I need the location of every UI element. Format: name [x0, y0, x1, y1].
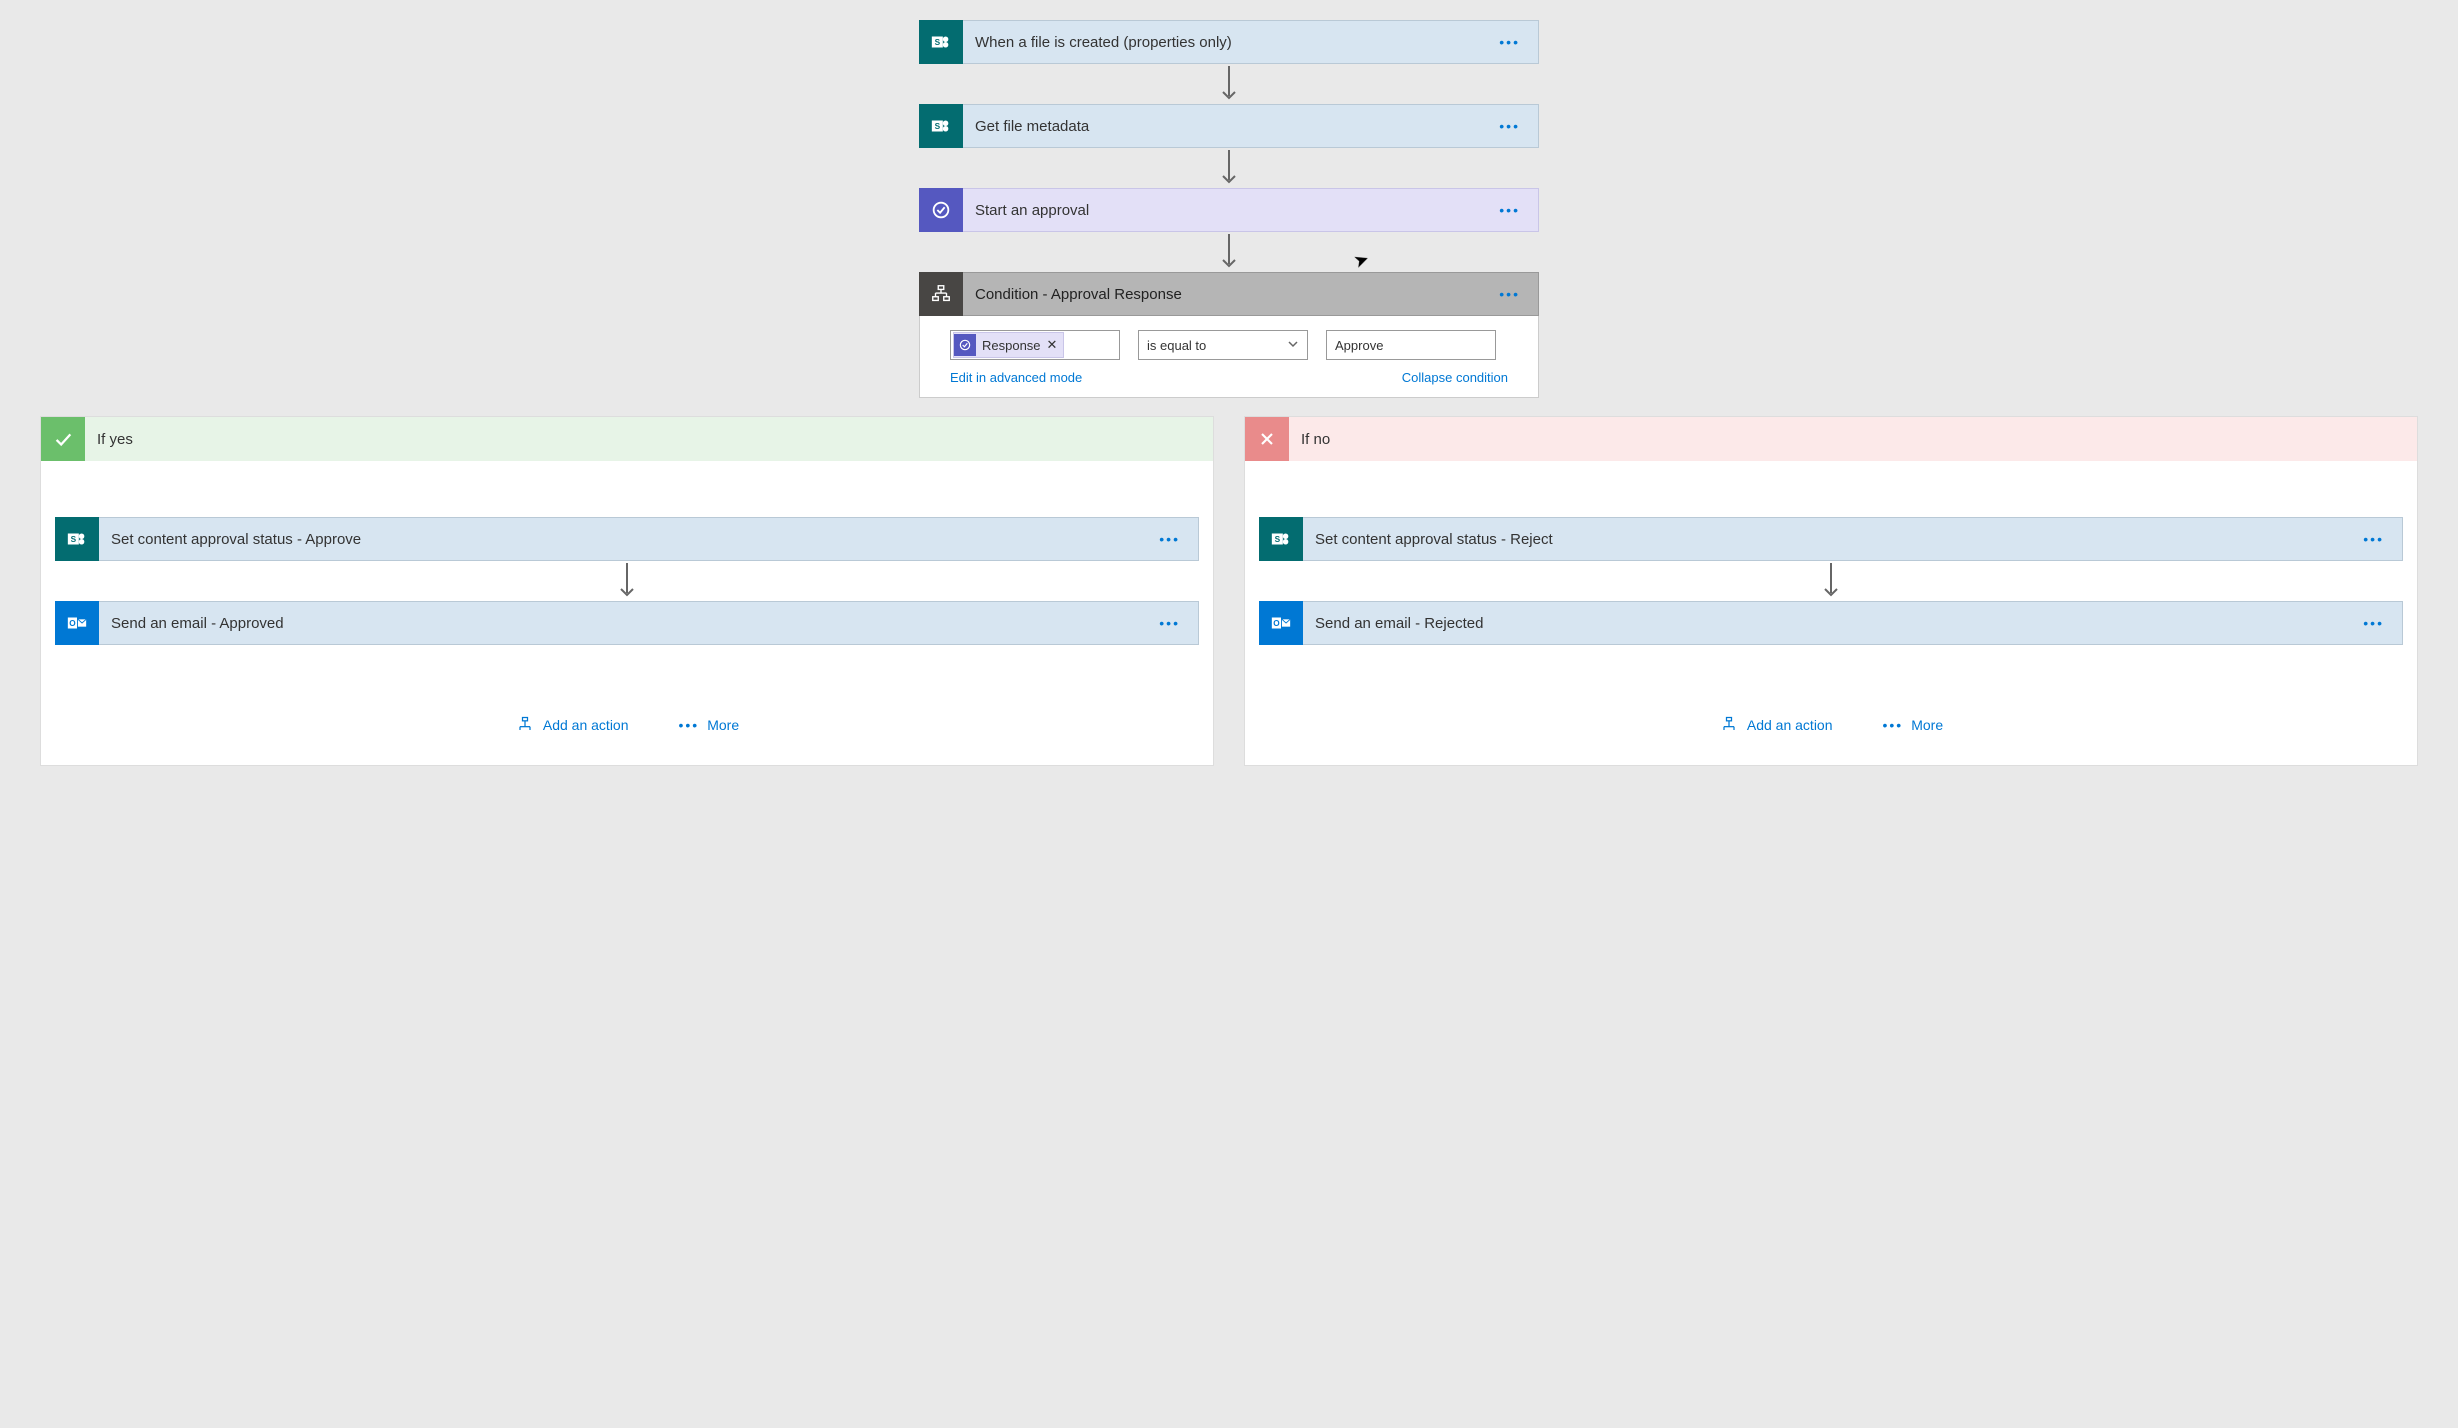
condition-operator-select[interactable]: is equal to — [1138, 330, 1308, 360]
ellipsis-icon[interactable]: ••• — [2345, 615, 2402, 631]
more-label: More — [707, 717, 739, 733]
more-label: More — [1911, 717, 1943, 733]
trigger-card[interactable]: S When a file is created (properties onl… — [919, 20, 1539, 64]
flow-arrow — [1219, 64, 1239, 104]
action-card-send-email-approved[interactable]: O Send an email - Approved ••• — [55, 601, 1199, 645]
branches: If yes S Set content approval status - A… — [40, 416, 2418, 766]
condition-icon — [919, 272, 963, 316]
more-button[interactable]: ••• More — [1883, 717, 1944, 733]
edit-advanced-link[interactable]: Edit in advanced mode — [950, 370, 1082, 385]
ellipsis-icon[interactable]: ••• — [2345, 531, 2402, 547]
outlook-icon: O — [55, 601, 99, 645]
flow-arrow — [1219, 148, 1239, 188]
action-card-get-metadata[interactable]: S Get file metadata ••• — [919, 104, 1539, 148]
sharepoint-icon: S — [919, 104, 963, 148]
card-title: Start an approval — [963, 202, 1481, 219]
branch-body: S Set content approval status - Approve … — [41, 461, 1213, 765]
condition-left-input[interactable]: Response ✕ — [950, 330, 1120, 360]
condition-card[interactable]: Condition - Approval Response ••• — [919, 272, 1539, 316]
branch-no: If no S Set content approval status - Re… — [1244, 416, 2418, 766]
ellipsis-icon[interactable]: ••• — [1141, 531, 1198, 547]
condition-value: Approve — [1335, 338, 1383, 353]
svg-text:O: O — [69, 619, 76, 628]
branch-label: If no — [1289, 431, 1330, 448]
svg-text:O: O — [1273, 619, 1280, 628]
branch-header: If no — [1245, 417, 2417, 461]
add-action-button[interactable]: Add an action — [1719, 715, 1833, 735]
flow-arrow — [1219, 232, 1239, 272]
svg-text:S: S — [935, 38, 941, 47]
card-title: Set content approval status - Reject — [1303, 531, 2345, 548]
flow-diagram: S When a file is created (properties onl… — [40, 20, 2418, 766]
condition-row: Response ✕ is equal to Approve — [950, 330, 1508, 360]
flow-arrow — [1821, 561, 1841, 601]
ellipsis-icon: ••• — [679, 717, 700, 733]
sharepoint-icon: S — [919, 20, 963, 64]
add-action-label: Add an action — [1747, 717, 1833, 733]
flow-arrow — [617, 561, 637, 601]
add-action-label: Add an action — [543, 717, 629, 733]
action-card-start-approval[interactable]: Start an approval ••• — [919, 188, 1539, 232]
svg-text:S: S — [1275, 535, 1281, 544]
close-icon — [1245, 417, 1289, 461]
condition-value-input[interactable]: Approve — [1326, 330, 1496, 360]
add-action-button[interactable]: Add an action — [515, 715, 629, 735]
action-card-set-status-reject[interactable]: S Set content approval status - Reject •… — [1259, 517, 2403, 561]
ellipsis-icon[interactable]: ••• — [1481, 202, 1538, 218]
ellipsis-icon[interactable]: ••• — [1141, 615, 1198, 631]
sharepoint-icon: S — [55, 517, 99, 561]
branch-body: S Set content approval status - Reject •… — [1245, 461, 2417, 765]
collapse-condition-link[interactable]: Collapse condition — [1402, 370, 1508, 385]
remove-token-icon[interactable]: ✕ — [1047, 337, 1058, 353]
svg-text:S: S — [71, 535, 77, 544]
branch-actions: Add an action ••• More — [1719, 715, 1943, 735]
ellipsis-icon[interactable]: ••• — [1481, 286, 1538, 302]
card-title: When a file is created (properties only) — [963, 34, 1481, 51]
ellipsis-icon[interactable]: ••• — [1481, 118, 1538, 134]
card-title: Set content approval status - Approve — [99, 531, 1141, 548]
more-button[interactable]: ••• More — [679, 717, 740, 733]
action-card-send-email-rejected[interactable]: O Send an email - Rejected ••• — [1259, 601, 2403, 645]
branch-header: If yes — [41, 417, 1213, 461]
condition-body: Response ✕ is equal to Approve Edit in a… — [919, 316, 1539, 398]
action-card-set-status-approve[interactable]: S Set content approval status - Approve … — [55, 517, 1199, 561]
sharepoint-icon: S — [1259, 517, 1303, 561]
card-title: Condition - Approval Response — [963, 286, 1481, 303]
branch-label: If yes — [85, 431, 133, 448]
approval-icon — [954, 334, 976, 356]
card-title: Send an email - Approved — [99, 615, 1141, 632]
operator-value: is equal to — [1147, 338, 1206, 353]
svg-text:S: S — [935, 122, 941, 131]
token-label: Response — [982, 338, 1041, 353]
card-title: Send an email - Rejected — [1303, 615, 2345, 632]
branch-yes: If yes S Set content approval status - A… — [40, 416, 1214, 766]
card-title: Get file metadata — [963, 118, 1481, 135]
approval-icon — [919, 188, 963, 232]
condition-links: Edit in advanced mode Collapse condition — [950, 370, 1508, 385]
check-icon — [41, 417, 85, 461]
response-token[interactable]: Response ✕ — [953, 332, 1064, 358]
outlook-icon: O — [1259, 601, 1303, 645]
ellipsis-icon[interactable]: ••• — [1481, 34, 1538, 50]
ellipsis-icon: ••• — [1883, 717, 1904, 733]
branch-actions: Add an action ••• More — [515, 715, 739, 735]
chevron-down-icon — [1287, 338, 1299, 353]
